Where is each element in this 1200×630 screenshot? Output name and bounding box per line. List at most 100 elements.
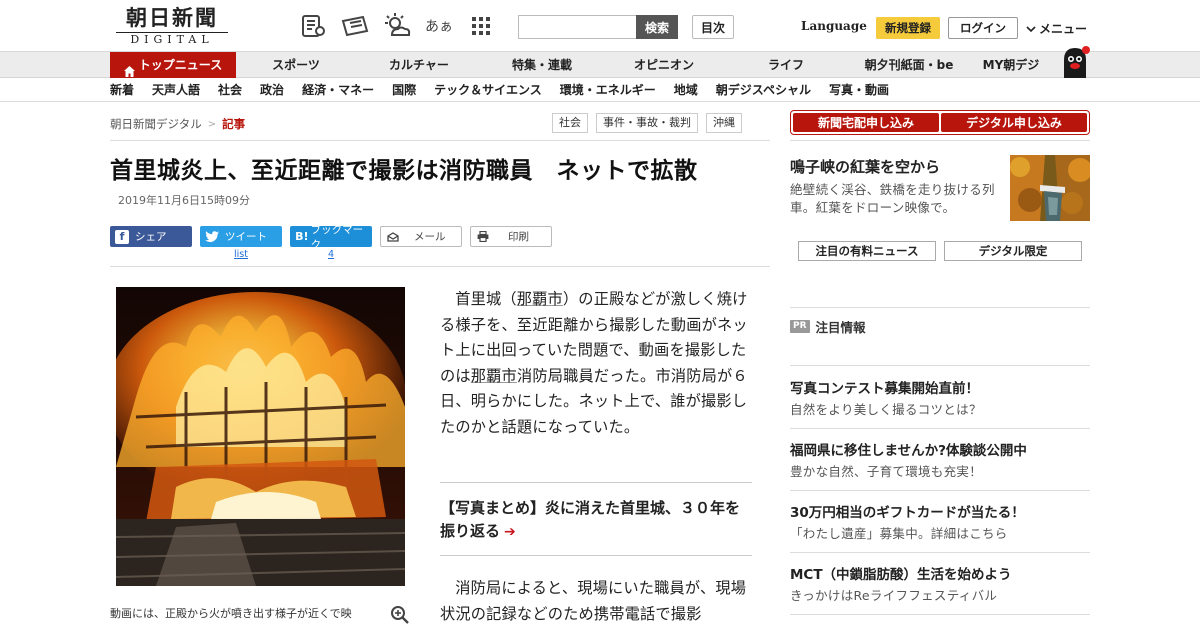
menu-button[interactable]: メニュー [1026,20,1087,37]
header-icons: あぁ [298,11,496,41]
hatena-bookmark-count[interactable]: 4 [290,249,372,260]
breadcrumb: 朝日新聞デジタル > 記事 [110,116,245,132]
tag-okinawa[interactable]: 沖縄 [706,113,742,133]
sidebar-tabs: 注目の有料ニュース デジタル限定 [798,241,1082,261]
photo-caption: 動画には、正殿から火が噴き出す様子が近くで映 [110,607,352,620]
feature-description: 絶壁続く渓谷、鉄橋を走り抜ける列車。紅葉をドローン映像で。 [790,182,995,215]
article-paragraph-2: 消防局によると、現場にいた職員が、現場状況の記録などのため携帯電話で撮影 [440,576,752,627]
ad-title: MCT（中鎖脂肪酸）生活を始めよう [790,567,1012,583]
subscription-box: 新聞宅配申し込み デジタル申し込み [790,110,1090,135]
divider [790,365,1090,366]
arrow-right-icon: ➔ [504,524,516,540]
subnav-photo-video[interactable]: 写真・動画 [829,78,889,102]
login-button[interactable]: ログイン [948,17,1018,39]
search-button[interactable]: 検索 [636,15,678,39]
nav-item-label: トップニュース [138,58,223,72]
naha-city-link[interactable]: 那覇市 [517,290,563,308]
nav-opinion[interactable]: オピニオン [602,52,726,78]
pr-ad-item[interactable]: MCT（中鎖脂肪酸）生活を始めよう きっかけはReライフフェスティバル [790,566,1090,605]
nav-print-edition[interactable]: 朝夕刊紙面・be [846,52,972,78]
chevron-down-icon [1026,22,1036,36]
twitter-share-button[interactable]: ツイート list [200,226,282,260]
site-logo[interactable]: 朝日新聞 DIGITAL [116,6,228,46]
ad-title: 30万円相当のギフトカードが当たる！ [790,505,1025,521]
newspaper-icon[interactable] [298,11,328,41]
tab-paid-news[interactable]: 注目の有料ニュース [798,241,936,261]
subnav-environment[interactable]: 環境・エネルギー [560,78,656,102]
subnav-special[interactable]: 朝デジスペシャル [716,78,811,102]
subnav-politics[interactable]: 政治 [260,78,284,102]
zoom-in-icon[interactable] [390,605,410,625]
article-date: 2019年11月6日15時09分 [118,194,250,207]
article-headline: 首里城炎上、至近距離で撮影は消防職員 ネットで拡散 [110,158,698,184]
divider [110,266,770,267]
newspaper-subscribe-button[interactable]: 新聞宅配申し込み [793,113,939,132]
article-photo[interactable] [116,287,405,586]
register-button[interactable]: 新規登録 [876,17,940,39]
nav-features[interactable]: 特集・連載 [482,52,602,78]
tab-digital-only[interactable]: デジタル限定 [944,241,1082,261]
menu-label: メニュー [1039,22,1088,36]
pr-ad-item[interactable]: 30万円相当のギフトカードが当たる！ 「わたし遺産」募集中。詳細はこちら [790,504,1090,543]
mascot-icon[interactable] [1058,44,1092,78]
grid-menu-icon[interactable] [466,11,496,41]
share-buttons: f シェア ツイート list B! ブックマーク 4 メール 印刷 [110,224,552,260]
printer-icon [476,230,490,244]
feature-thumbnail[interactable] [1010,155,1090,221]
twitter-bird-icon [205,230,219,244]
ad-title: 写真コンテスト募集開始直前！ [790,381,979,397]
ad-description: きっかけはReライフフェスティバル [790,588,998,603]
divider [790,428,1090,429]
subnav-latest[interactable]: 新着 [110,78,134,102]
subnav-local[interactable]: 地域 [674,78,698,102]
print-button[interactable]: 印刷 [470,226,552,247]
main-nav: トップニュース スポーツ カルチャー 特集・連載 オピニオン ライフ 朝夕刊紙面… [0,52,1200,78]
ad-description: 豊かな自然、子育て環境も充実！ [790,464,983,479]
nav-culture[interactable]: カルチャー [356,52,482,78]
search-input[interactable] [518,15,636,39]
nav-sports[interactable]: スポーツ [236,52,356,78]
twitter-list-link[interactable]: list [200,249,282,260]
subnav-tensei[interactable]: 天声人語 [152,78,200,102]
facebook-icon: f [115,229,129,244]
nav-top-news[interactable]: トップニュース [110,52,236,78]
subnav-society[interactable]: 社会 [218,78,242,102]
home-icon [123,60,135,77]
tag-incidents[interactable]: 事件・事故・裁判 [596,113,698,133]
digital-subscribe-button[interactable]: デジタル申し込み [941,113,1087,132]
mail-share-button[interactable]: メール [380,226,462,247]
weather-icon[interactable] [382,11,412,41]
feature-title[interactable]: 鳴子峡の紅葉を空から [790,156,940,177]
breadcrumb-separator: > [207,118,217,130]
print-label: 印刷 [508,231,529,243]
divider [790,140,1090,141]
pr-ad-item[interactable]: 写真コンテスト募集開始直前！ 自然をより美しく撮るコツとは？ [790,380,1090,419]
tag-society[interactable]: 社会 [552,113,588,133]
logo-main-text: 朝日新聞 [126,5,218,30]
paragraph-text: 首里城（ [455,290,517,308]
toc-button[interactable]: 目次 [692,15,734,39]
article-tags: 社会 事件・事故・裁判 沖縄 [552,113,742,133]
pr-ad-item[interactable]: 福岡県に移住しませんか?体験談公開中 豊かな自然、子育て環境も充実！ [790,442,1090,481]
related-article-link[interactable]: 【写真まとめ】炎に消えた首里城、３０年を振り返る ➔ [440,497,752,544]
paragraph-text: 消防局によると、現場にいた職員が、現場状況の記録などのため携帯電話で撮影 [440,579,747,623]
facebook-share-button[interactable]: f シェア [110,226,192,247]
breadcrumb-current: 記事 [222,117,246,131]
divider [790,307,1090,308]
nav-life[interactable]: ライフ [726,52,846,78]
language-link[interactable]: Language [801,19,867,33]
breadcrumb-home[interactable]: 朝日新聞デジタル [110,116,202,132]
nav-my-asahi[interactable]: MY朝デジ [972,52,1050,78]
ticket-icon[interactable] [340,11,370,41]
mail-share-label: メール [414,231,446,243]
naha-city-link[interactable]: 那覇市 [471,367,517,385]
subnav-economy[interactable]: 経済・マネー [302,78,374,102]
font-size-icon[interactable]: あぁ [424,11,454,41]
divider [790,552,1090,553]
subnav-tech[interactable]: テック＆サイエンス [434,78,542,102]
hatena-bookmark-button[interactable]: B! ブックマーク 4 [290,224,372,260]
twitter-share-label: ツイート [225,231,267,243]
logo-sub-text: DIGITAL [116,32,228,46]
related-article-title: 【写真まとめ】炎に消えた首里城、３０年を振り返る [440,499,741,540]
subnav-international[interactable]: 国際 [392,78,416,102]
